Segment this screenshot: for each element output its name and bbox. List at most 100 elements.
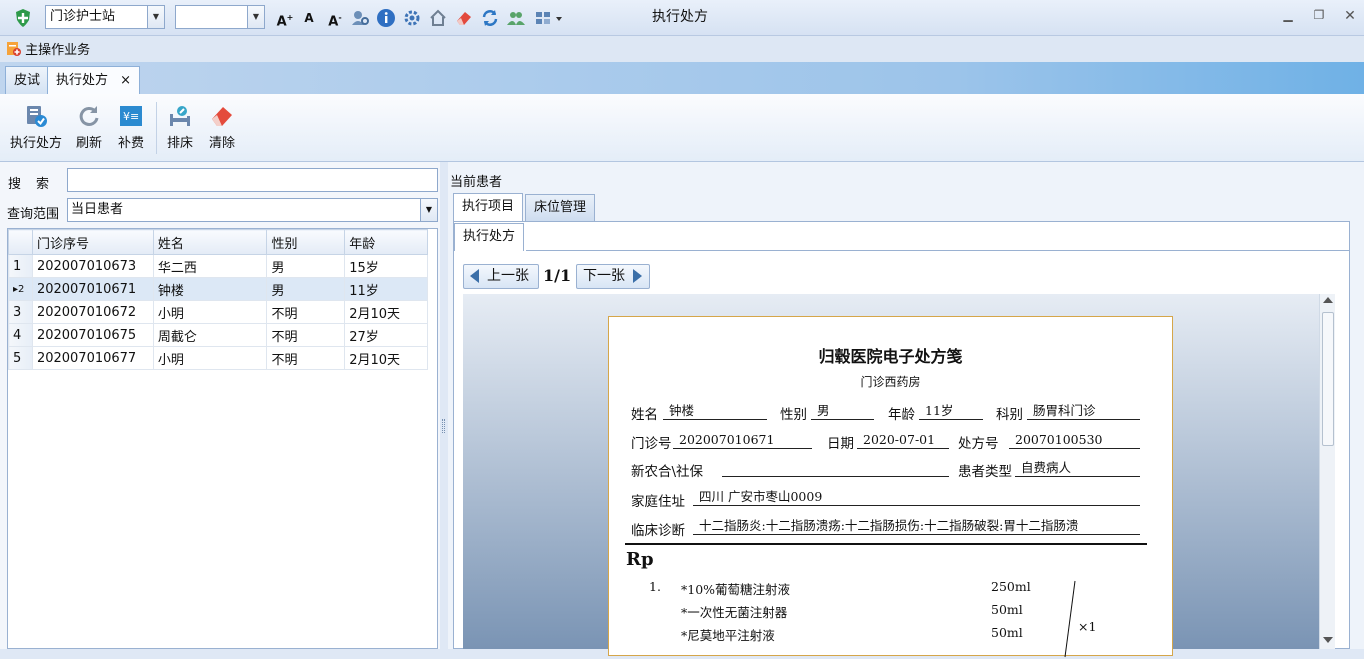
execute-prescription-button[interactable]: 执行处方 (8, 100, 64, 158)
close-icon[interactable]: ✕ (1339, 8, 1361, 26)
gear-icon[interactable] (402, 8, 422, 28)
chevron-down-icon[interactable]: ▼ (420, 199, 437, 221)
station-select-value: 门诊护士站 (50, 9, 116, 24)
font-normal-icon[interactable]: A (299, 8, 319, 28)
group-bracket-line (1064, 580, 1076, 658)
panel-splitter[interactable] (440, 162, 448, 649)
row-number: ▸2 (8, 277, 33, 301)
address-value: 四川 广安市枣山0009 (693, 489, 1140, 506)
tab-execute-prescription[interactable]: 执行处方 × (47, 66, 141, 94)
scroll-thumb[interactable] (1322, 312, 1334, 446)
times-marker: ×1 (1078, 619, 1097, 634)
secondary-select[interactable]: ▼ (175, 5, 265, 29)
query-range-label: 查询范围 (7, 207, 60, 222)
cell-clinic-no: 202007010673 (31, 254, 154, 278)
cell-clinic-no: 202007010675 (31, 323, 154, 347)
execute-prescription-label: 执行处方 (9, 136, 62, 151)
drug-name: *一次性无菌注射器 (681, 605, 788, 620)
row-number-header (8, 229, 33, 255)
row-number: 3 (8, 300, 33, 324)
cell-sex: 男 (266, 277, 346, 301)
drug-name: *10%葡萄糖注射液 (681, 582, 791, 597)
rp-divider (625, 543, 1147, 545)
column-header[interactable]: 姓名 (152, 229, 268, 255)
query-range-value: 当日患者 (71, 202, 124, 217)
station-select[interactable]: 门诊护士站 ▼ (45, 5, 165, 29)
eraser-icon[interactable] (454, 8, 474, 28)
viewer-scrollbar[interactable] (1319, 294, 1335, 649)
table-row[interactable]: ▸2 202007010671 钟楼 男 11岁 (8, 277, 428, 301)
prescription-document: 归毂医院电子处方笺 门诊西药房 姓名 钟楼 性别 男 年龄 11岁 科别 肠胃科… (608, 316, 1173, 658)
rx-no-value: 20070100530 (1009, 432, 1140, 449)
cell-name: 华二西 (152, 254, 268, 278)
font-increase-icon[interactable]: A+ (275, 8, 295, 29)
name-label: 姓名 (631, 407, 658, 423)
home-icon[interactable] (428, 8, 448, 28)
refresh-button[interactable]: 刷新 (73, 100, 105, 158)
ribbon-toolbar: 执行处方 刷新 ¥≡ 补费 排床 清除 (0, 94, 1364, 162)
tab-skin-test[interactable]: 皮试 (5, 66, 50, 94)
fee-icon: ¥≡ (120, 106, 142, 126)
table-row[interactable]: 3 202007010672 小明 不明 2月10天 (8, 300, 428, 324)
patient-table: 门诊序号 姓名 性别 年龄 1 202007010673 华二西 男 15岁 ▸… (7, 228, 438, 649)
drug-quantity: 250ml (991, 579, 1031, 594)
supplement-fee-button[interactable]: ¥≡ 补费 (115, 100, 147, 158)
next-page-button[interactable]: 下一张 (576, 264, 650, 289)
address-label: 家庭住址 (631, 494, 685, 510)
search-label: 搜 索 (8, 177, 51, 192)
add-document-icon (7, 42, 21, 56)
chevron-down-icon[interactable]: ▼ (147, 6, 164, 28)
age-label: 年龄 (888, 407, 915, 423)
tab-bed-management[interactable]: 床位管理 (525, 194, 596, 222)
splitter-grip (442, 419, 445, 433)
prev-page-label: 上一张 (487, 268, 529, 284)
cell-age: 2月10天 (344, 300, 428, 324)
subtab-execute-prescription[interactable]: 执行处方 (454, 223, 525, 251)
bed-icon (170, 106, 190, 126)
font-decrease-icon[interactable]: A- (325, 8, 345, 29)
cell-sex: 男 (266, 254, 346, 278)
tab-execution-items[interactable]: 执行项目 (453, 193, 524, 222)
restore-icon[interactable]: ❐ (1308, 8, 1330, 26)
sex-label: 性别 (780, 407, 807, 423)
cell-age: 2月10天 (344, 346, 428, 370)
page-indicator: 1/1 (543, 266, 572, 285)
table-row[interactable]: 5 202007010677 小明 不明 2月10天 (8, 346, 428, 370)
main-business-menu[interactable]: 主操作业务 (6, 39, 90, 58)
arrow-right-icon (633, 269, 642, 283)
column-header[interactable]: 性别 (266, 229, 346, 255)
cell-clinic-no: 202007010677 (31, 346, 154, 370)
users-icon[interactable] (506, 8, 526, 28)
info-icon[interactable] (376, 8, 396, 28)
prev-page-button[interactable]: 上一张 (463, 264, 539, 289)
cell-age: 15岁 (344, 254, 428, 278)
execute-prescription-icon (27, 106, 47, 127)
chevron-down-icon[interactable]: ▼ (247, 6, 264, 28)
query-range-select[interactable]: 当日患者 ▼ (67, 198, 438, 222)
table-row[interactable]: 4 202007010675 周截仑 不明 27岁 (8, 323, 428, 347)
patient-type-label: 患者类型 (958, 464, 1012, 480)
row-number: 4 (8, 323, 33, 347)
close-tab-icon[interactable]: × (120, 73, 131, 88)
settings-people-icon[interactable] (350, 8, 370, 28)
table-row[interactable]: 1 202007010673 华二西 男 15岁 (8, 254, 428, 278)
clear-button[interactable]: 清除 (206, 100, 238, 158)
current-patient-label: 当前患者 (450, 175, 503, 190)
cell-clinic-no: 202007010671 (31, 277, 154, 301)
refresh-icon[interactable] (480, 8, 500, 28)
search-input[interactable] (67, 168, 438, 192)
cell-name: 钟楼 (152, 277, 268, 301)
minimize-icon[interactable]: ▁ (1277, 8, 1299, 26)
layout-icon[interactable] (534, 8, 564, 28)
column-header[interactable]: 年龄 (344, 229, 428, 255)
clinic-no-label: 门诊号 (631, 436, 672, 452)
drug-quantity: 50ml (991, 602, 1023, 617)
cell-sex: 不明 (266, 346, 346, 370)
scroll-down-icon[interactable] (1323, 637, 1333, 643)
eraser-icon (212, 107, 232, 126)
scroll-up-icon[interactable] (1323, 297, 1333, 303)
prescription-title: 归毂医院电子处方笺 (818, 347, 963, 366)
column-header[interactable]: 门诊序号 (31, 229, 154, 255)
arrange-bed-button[interactable]: 排床 (164, 100, 196, 158)
refresh-label: 刷新 (75, 136, 102, 151)
